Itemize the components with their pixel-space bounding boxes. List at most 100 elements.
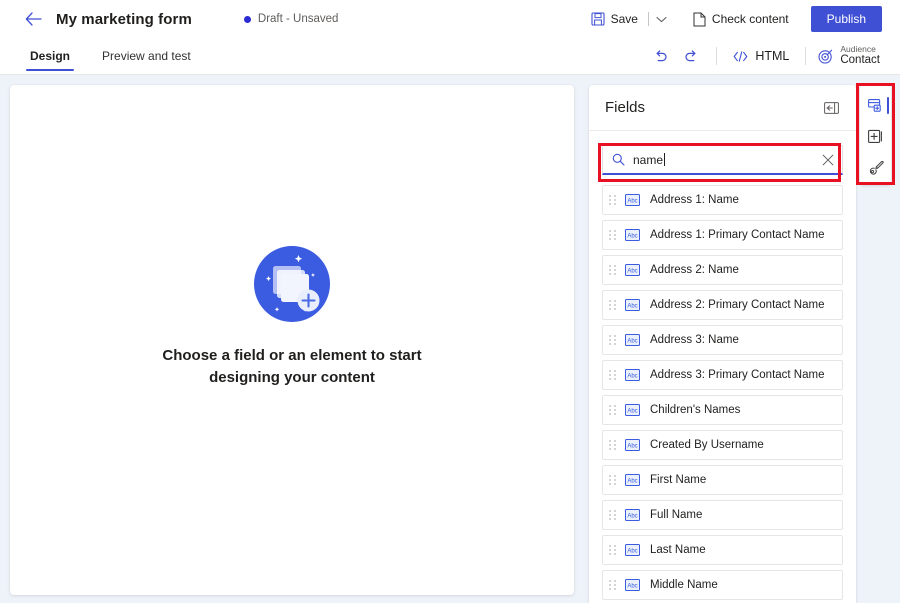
status-text: Draft - Unsaved xyxy=(257,13,339,25)
collapse-panel-button[interactable] xyxy=(820,97,842,119)
undo-button[interactable] xyxy=(646,42,676,70)
rail-button-style[interactable] xyxy=(860,152,891,183)
tab-preview-label: Preview and test xyxy=(102,49,191,63)
svg-text:Abc: Abc xyxy=(627,583,637,589)
fields-panel-icon xyxy=(867,98,881,112)
table-row[interactable]: Abc Middle Name xyxy=(602,570,843,600)
field-label: Children's Names xyxy=(650,404,741,416)
drag-handle-icon[interactable] xyxy=(609,192,617,208)
save-split-divider xyxy=(647,12,649,26)
table-row[interactable]: Abc Last Name xyxy=(602,535,843,565)
audience-text: Audience Contact xyxy=(840,45,880,67)
drag-handle-icon[interactable] xyxy=(609,332,617,348)
publish-button[interactable]: Publish xyxy=(810,6,882,32)
table-row[interactable]: Abc Full Name xyxy=(602,500,843,530)
field-label: Full Name xyxy=(650,509,703,521)
abc-text-field-icon: Abc xyxy=(625,299,640,311)
field-label: Address 1: Name xyxy=(650,194,739,206)
svg-text:Abc: Abc xyxy=(627,268,637,274)
svg-text:Abc: Abc xyxy=(627,233,637,239)
tab-design-label: Design xyxy=(30,49,71,63)
rail-button-fields[interactable] xyxy=(860,90,891,121)
save-button[interactable]: Save xyxy=(583,5,646,33)
tab-bar: Design Preview and test HTML Audience Co… xyxy=(0,38,900,75)
html-button[interactable]: HTML xyxy=(727,42,795,70)
right-tool-rail xyxy=(860,85,891,185)
table-row[interactable]: Abc Address 2: Primary Contact Name xyxy=(602,290,843,320)
fields-list: Abc Address 1: Name Abc Address 1: Prima… xyxy=(589,185,856,600)
drag-handle-icon[interactable] xyxy=(609,402,617,418)
tab-design[interactable]: Design xyxy=(26,38,75,75)
drag-handle-icon[interactable] xyxy=(609,577,617,593)
save-label: Save xyxy=(610,12,638,26)
abc-text-field-icon: Abc xyxy=(625,334,640,346)
text-cursor xyxy=(664,153,666,166)
table-row[interactable]: Abc Address 1: Name xyxy=(602,185,843,215)
save-disk-icon xyxy=(591,12,605,26)
drag-handle-icon[interactable] xyxy=(609,472,617,488)
search-input-value: name xyxy=(633,152,664,167)
fields-panel-title: Fields xyxy=(605,99,646,116)
drag-handle-icon[interactable] xyxy=(609,227,617,243)
html-label: HTML xyxy=(755,49,790,63)
search-icon xyxy=(612,153,625,166)
svg-text:Abc: Abc xyxy=(627,443,637,449)
drag-handle-icon[interactable] xyxy=(609,297,617,313)
fields-search-wrapper: name xyxy=(602,145,843,175)
table-row[interactable]: Abc Address 3: Primary Contact Name xyxy=(602,360,843,390)
check-content-label: Check content xyxy=(711,12,789,26)
audience-caption: Audience xyxy=(840,44,876,55)
abc-text-field-icon: Abc xyxy=(625,404,640,416)
drag-handle-icon[interactable] xyxy=(609,542,617,558)
abc-text-field-icon: Abc xyxy=(625,474,640,486)
clear-search-button[interactable] xyxy=(822,154,834,166)
chevron-down-icon xyxy=(656,16,667,22)
table-row[interactable]: Abc Address 1: Primary Contact Name xyxy=(602,220,843,250)
abc-text-field-icon: Abc xyxy=(625,264,640,276)
field-label: Address 3: Name xyxy=(650,334,739,346)
audience-button[interactable]: Audience Contact xyxy=(816,41,884,71)
redo-button[interactable] xyxy=(676,42,706,70)
drag-handle-icon[interactable] xyxy=(609,507,617,523)
toolbar-divider-2 xyxy=(805,47,807,65)
canvas-empty-state: Choose a field or an element to start de… xyxy=(142,245,442,389)
field-label: Address 2: Primary Contact Name xyxy=(650,299,825,311)
table-row[interactable]: Abc Created By Username xyxy=(602,430,843,460)
abc-text-field-icon: Abc xyxy=(625,194,640,206)
svg-text:Abc: Abc xyxy=(627,478,637,484)
tab-preview-and-test[interactable]: Preview and test xyxy=(98,38,195,75)
field-label: Address 2: Name xyxy=(650,264,739,276)
app-root: My marketing form Draft - Unsaved Save C… xyxy=(0,0,900,603)
field-label: Created By Username xyxy=(650,439,764,451)
redo-icon xyxy=(685,50,696,62)
back-button[interactable] xyxy=(16,2,50,36)
svg-text:Abc: Abc xyxy=(627,373,637,379)
drag-handle-icon[interactable] xyxy=(609,262,617,278)
field-label: Address 3: Primary Contact Name xyxy=(650,369,825,381)
abc-text-field-icon: Abc xyxy=(625,509,640,521)
drag-handle-icon[interactable] xyxy=(609,367,617,383)
design-canvas[interactable]: Choose a field or an element to start de… xyxy=(10,85,574,595)
table-row[interactable]: Abc Address 3: Name xyxy=(602,325,843,355)
rail-button-add-element[interactable] xyxy=(860,121,891,152)
canvas-empty-title: Choose a field or an element to start de… xyxy=(162,347,422,386)
page-title: My marketing form xyxy=(56,10,192,28)
top-command-bar: My marketing form Draft - Unsaved Save C… xyxy=(0,0,900,38)
status-badge: Draft - Unsaved xyxy=(243,13,339,25)
table-row[interactable]: Abc Children's Names xyxy=(602,395,843,425)
svg-text:Abc: Abc xyxy=(627,548,637,554)
check-content-button[interactable]: Check content xyxy=(685,5,797,33)
arrow-left-icon xyxy=(25,12,42,26)
style-brush-icon xyxy=(869,160,884,175)
search-input[interactable]: name xyxy=(602,145,843,175)
table-row[interactable]: Abc Address 2: Name xyxy=(602,255,843,285)
abc-text-field-icon: Abc xyxy=(625,439,640,451)
undo-icon xyxy=(656,50,667,62)
table-row[interactable]: Abc First Name xyxy=(602,465,843,495)
save-options-button[interactable] xyxy=(651,5,673,33)
status-dot xyxy=(243,15,251,23)
code-brackets-icon xyxy=(733,50,748,62)
target-icon xyxy=(818,49,833,64)
field-label: Address 1: Primary Contact Name xyxy=(650,229,825,241)
drag-handle-icon[interactable] xyxy=(609,437,617,453)
